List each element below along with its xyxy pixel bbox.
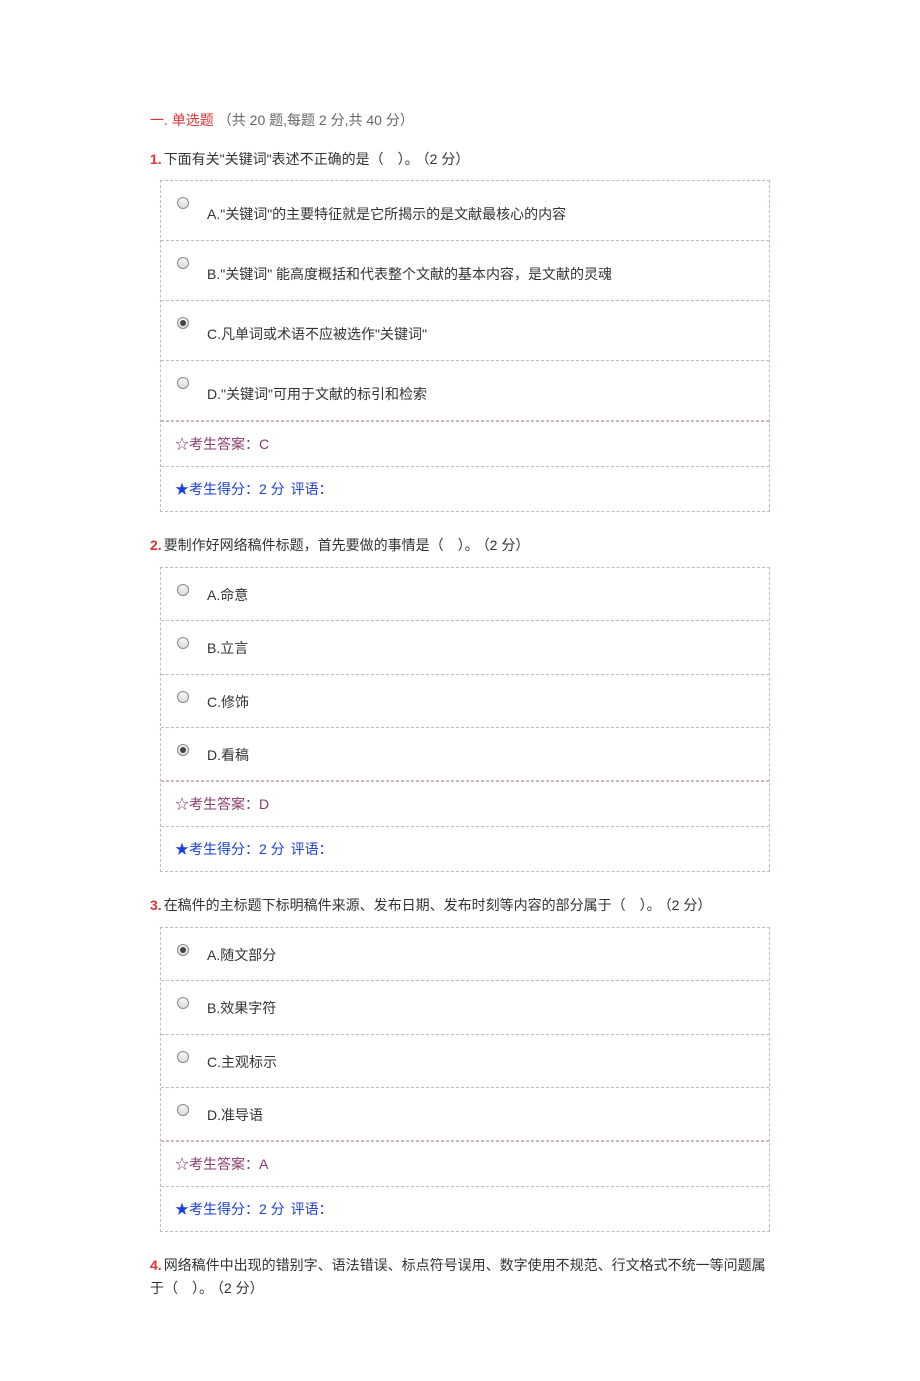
- option-text: C.凡单词或术语不应被选作"关键词": [207, 315, 757, 345]
- radio-cell: [177, 195, 207, 209]
- option-row[interactable]: A.随文部分: [161, 928, 769, 981]
- answer-prefix: ☆考生答案：: [175, 436, 259, 452]
- answer-row: ☆考生答案：D: [161, 781, 769, 826]
- radio-icon[interactable]: [177, 1051, 189, 1063]
- option-text: A.随文部分: [207, 942, 757, 966]
- options-box: A.命意B.立言C.修饰D.看稿☆考生答案：D★考生得分：2 分评语：: [160, 567, 770, 873]
- radio-icon[interactable]: [177, 257, 189, 269]
- question: 1.下面有关"关键词"表述不正确的是（ ）。（2 分） A."关键词"的主要特征就…: [150, 148, 770, 512]
- radio-cell: [177, 689, 207, 703]
- option-row[interactable]: D."关键词"可用于文献的标引和检索: [161, 361, 769, 421]
- radio-cell: [177, 1102, 207, 1116]
- option-row[interactable]: C.凡单词或术语不应被选作"关键词": [161, 301, 769, 361]
- option-row[interactable]: B.立言: [161, 621, 769, 674]
- answer-value: A: [259, 1156, 268, 1172]
- question-number: 2.: [150, 537, 162, 553]
- score-prefix: ★考生得分：: [175, 481, 259, 497]
- radio-icon[interactable]: [177, 1104, 189, 1116]
- answer-prefix: ☆考生答案：: [175, 796, 259, 812]
- radio-icon[interactable]: [177, 317, 189, 329]
- option-row[interactable]: C.修饰: [161, 675, 769, 728]
- question-points: （2 分）: [217, 1280, 264, 1296]
- comment-prefix: 评语：: [291, 1201, 333, 1217]
- score-value: 2 分: [259, 481, 285, 497]
- radio-icon[interactable]: [177, 691, 189, 703]
- question-text: 要制作好网络稿件标题，首先要做的事情是（ ）。: [164, 537, 479, 553]
- option-text: C.修饰: [207, 689, 757, 713]
- score-row: ★考生得分：2 分评语：: [161, 1186, 769, 1231]
- question-stem: 2.要制作好网络稿件标题，首先要做的事情是（ ）。（2 分）: [150, 534, 770, 556]
- radio-icon[interactable]: [177, 584, 189, 596]
- option-text: B."关键词" 能高度概括和代表整个文献的基本内容，是文献的灵魂: [207, 255, 757, 285]
- radio-cell: [177, 742, 207, 756]
- score-prefix: ★考生得分：: [175, 841, 259, 857]
- section-info: （共 20 题,每题 2 分,共 40 分）: [218, 112, 414, 128]
- question-points: （2 分）: [665, 897, 712, 913]
- question-points: （2 分）: [423, 151, 470, 167]
- radio-cell: [177, 995, 207, 1009]
- radio-icon[interactable]: [177, 197, 189, 209]
- comment-prefix: 评语：: [291, 841, 333, 857]
- answer-row: ☆考生答案：A: [161, 1141, 769, 1186]
- question-number: 1.: [150, 151, 162, 167]
- option-text: D.准导语: [207, 1102, 757, 1126]
- radio-cell: [177, 942, 207, 956]
- radio-icon[interactable]: [177, 744, 189, 756]
- option-row[interactable]: A.命意: [161, 568, 769, 621]
- answer-row: ☆考生答案：C: [161, 421, 769, 466]
- radio-cell: [177, 635, 207, 649]
- option-row[interactable]: B.效果字符: [161, 981, 769, 1034]
- option-text: B.效果字符: [207, 995, 757, 1019]
- radio-icon[interactable]: [177, 377, 189, 389]
- question-stem: 1.下面有关"关键词"表述不正确的是（ ）。（2 分）: [150, 148, 770, 170]
- answer-value: C: [259, 436, 269, 452]
- option-row[interactable]: B."关键词" 能高度概括和代表整个文献的基本内容，是文献的灵魂: [161, 241, 769, 301]
- radio-icon[interactable]: [177, 944, 189, 956]
- option-text: A."关键词"的主要特征就是它所揭示的是文献最核心的内容: [207, 195, 757, 225]
- score-row: ★考生得分：2 分评语：: [161, 466, 769, 511]
- radio-cell: [177, 582, 207, 596]
- radio-icon[interactable]: [177, 997, 189, 1009]
- section-number: 一.: [150, 112, 168, 128]
- radio-cell: [177, 255, 207, 269]
- option-row[interactable]: D.准导语: [161, 1088, 769, 1141]
- score-prefix: ★考生得分：: [175, 1201, 259, 1217]
- score-value: 2 分: [259, 841, 285, 857]
- score-value: 2 分: [259, 1201, 285, 1217]
- comment-prefix: 评语：: [291, 481, 333, 497]
- question-points: （2 分）: [483, 537, 530, 553]
- question: 3.在稿件的主标题下标明稿件来源、发布日期、发布时刻等内容的部分属于（ ）。（2…: [150, 894, 770, 1232]
- options-box: A.随文部分B.效果字符C.主观标示D.准导语☆考生答案：A★考生得分：2 分评…: [160, 927, 770, 1233]
- question: 2.要制作好网络稿件标题，首先要做的事情是（ ）。（2 分） A.命意 B.立言 C.…: [150, 534, 770, 872]
- answer-prefix: ☆考生答案：: [175, 1156, 259, 1172]
- radio-cell: [177, 375, 207, 389]
- question-text: 下面有关"关键词"表述不正确的是（ ）。: [164, 151, 419, 167]
- radio-cell: [177, 1049, 207, 1063]
- question-text: 在稿件的主标题下标明稿件来源、发布日期、发布时刻等内容的部分属于（ ）。: [164, 897, 661, 913]
- options-box: A."关键词"的主要特征就是它所揭示的是文献最核心的内容 B."关键词" 能高度概…: [160, 180, 770, 512]
- question-number: 3.: [150, 897, 162, 913]
- radio-cell: [177, 315, 207, 329]
- option-row[interactable]: C.主观标示: [161, 1035, 769, 1088]
- section-title: 单选题: [172, 112, 214, 128]
- option-text: C.主观标示: [207, 1049, 757, 1073]
- radio-icon[interactable]: [177, 637, 189, 649]
- section-header: 一. 单选题（共 20 题,每题 2 分,共 40 分）: [150, 110, 770, 130]
- question-stem: 4.网络稿件中出现的错别字、语法错误、标点符号误用、数字使用不规范、行文格式不统…: [150, 1254, 770, 1299]
- option-row[interactable]: A."关键词"的主要特征就是它所揭示的是文献最核心的内容: [161, 181, 769, 241]
- option-text: D.看稿: [207, 742, 757, 766]
- score-row: ★考生得分：2 分评语：: [161, 826, 769, 871]
- option-text: A.命意: [207, 582, 757, 606]
- option-row[interactable]: D.看稿: [161, 728, 769, 781]
- option-text: D."关键词"可用于文献的标引和检索: [207, 375, 757, 405]
- question-stem: 3.在稿件的主标题下标明稿件来源、发布日期、发布时刻等内容的部分属于（ ）。（2…: [150, 894, 770, 916]
- answer-value: D: [259, 796, 269, 812]
- question-number: 4.: [150, 1257, 162, 1273]
- question: 4.网络稿件中出现的错别字、语法错误、标点符号误用、数字使用不规范、行文格式不统…: [150, 1254, 770, 1299]
- option-text: B.立言: [207, 635, 757, 659]
